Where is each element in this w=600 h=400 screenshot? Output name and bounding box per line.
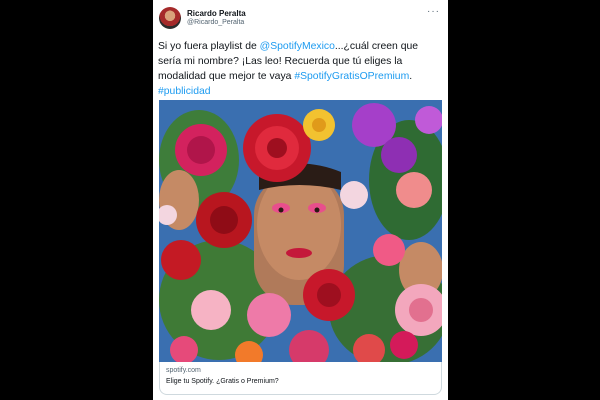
tweet-image[interactable] bbox=[159, 100, 442, 362]
more-options-icon[interactable]: ··· bbox=[427, 6, 440, 17]
link-title: Elige tu Spotify. ¿Gratis o Premium? bbox=[166, 378, 279, 385]
avatar[interactable] bbox=[159, 7, 181, 29]
author-handle[interactable]: @Ricardo_Peralta bbox=[187, 19, 244, 26]
link-preview-card[interactable]: spotify.com Elige tu Spotify. ¿Gratis o … bbox=[159, 362, 442, 395]
tweet-text-part: . bbox=[409, 71, 413, 82]
tweet-text: Si yo fuera playlist de @SpotifyMexico..… bbox=[158, 39, 443, 99]
hashtag-link[interactable]: #SpotifyGratisOPremium bbox=[294, 71, 409, 82]
flower-portrait-image bbox=[159, 100, 442, 362]
mention-link[interactable]: @SpotifyMexico bbox=[260, 41, 335, 52]
hashtag-link[interactable]: #publicidad bbox=[158, 86, 211, 97]
tweet-card: Ricardo Peralta @Ricardo_Peralta ··· Si … bbox=[153, 0, 448, 400]
link-domain: spotify.com bbox=[166, 367, 201, 374]
tweet-header: Ricardo Peralta @Ricardo_Peralta ··· bbox=[153, 0, 448, 36]
author-name[interactable]: Ricardo Peralta bbox=[187, 9, 246, 18]
tweet-text-part: Si yo fuera playlist de bbox=[158, 41, 260, 52]
